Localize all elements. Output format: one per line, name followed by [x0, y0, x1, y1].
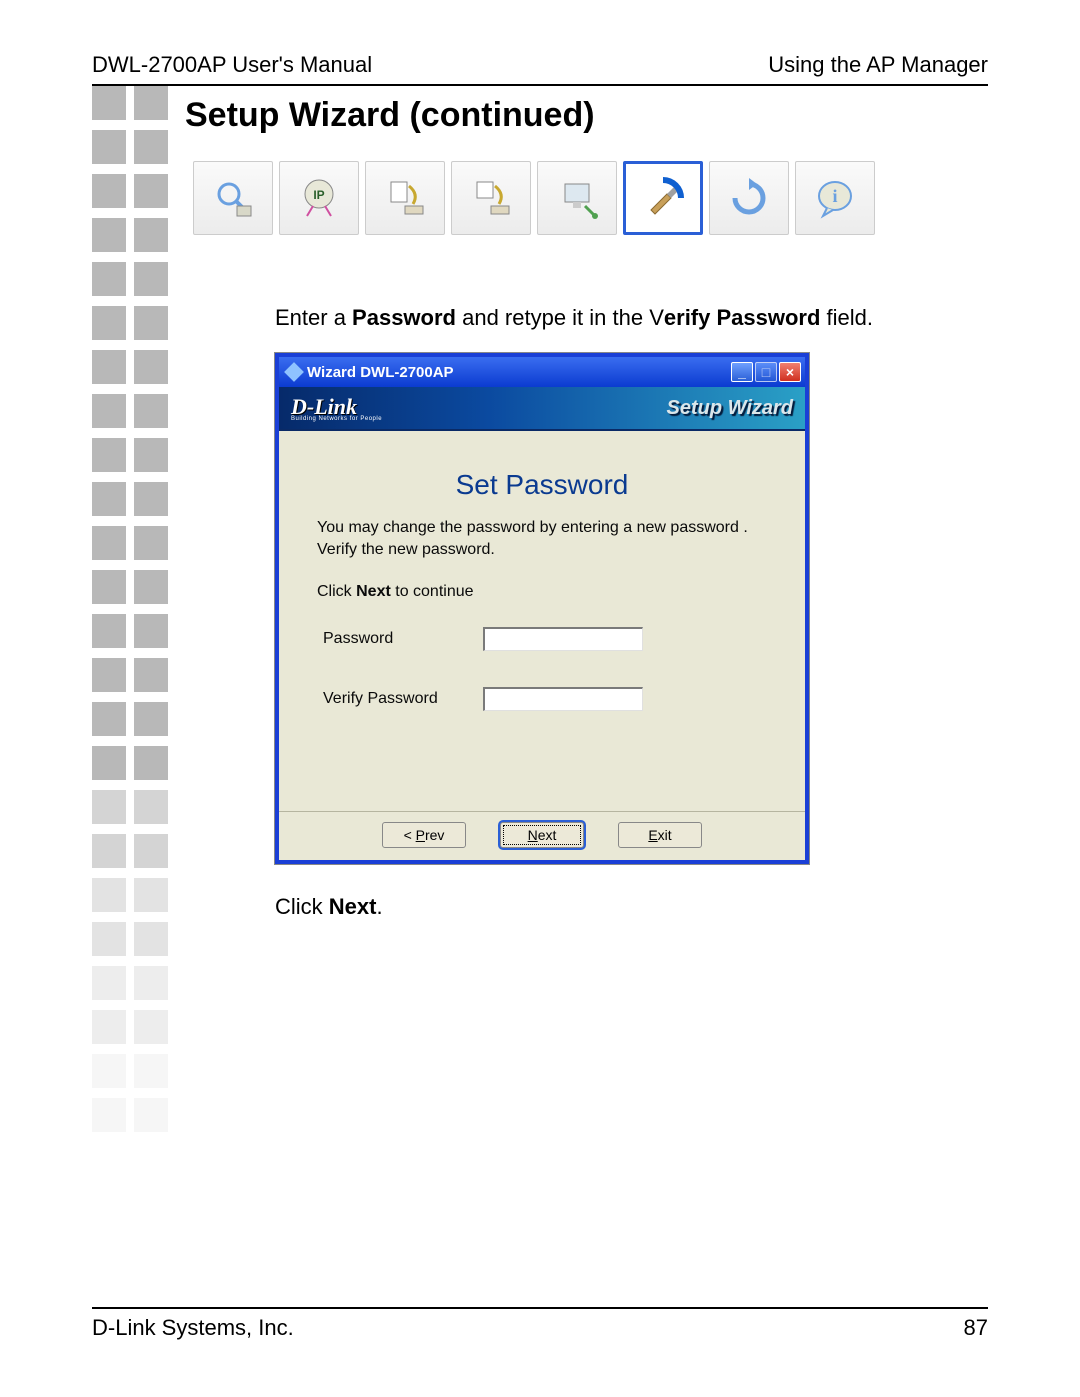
device-config-2-icon[interactable] [451, 161, 531, 235]
page-title: Setup Wizard (continued) [185, 96, 988, 135]
ip-settings-icon[interactable]: IP [279, 161, 359, 235]
banner-title: Setup Wizard [667, 397, 794, 420]
setup-wizard-icon[interactable] [623, 161, 703, 235]
wizard-text-2: Verify the new password. [317, 541, 767, 559]
wizard-text-1: You may change the password by entering … [317, 519, 767, 537]
header-right: Using the AP Manager [768, 52, 988, 78]
wizard-text-3: Click Next to continue [317, 583, 767, 601]
page-footer: D-Link Systems, Inc. 87 [92, 1307, 988, 1341]
maximize-button[interactable]: □ [755, 362, 777, 382]
discover-icon[interactable] [193, 161, 273, 235]
prev-button[interactable]: < Prev [382, 822, 466, 848]
brand-tagline: Building Networks for People [291, 416, 382, 422]
page-header: DWL-2700AP User's Manual Using the AP Ma… [92, 52, 988, 86]
refresh-icon[interactable] [709, 161, 789, 235]
svg-text:IP: IP [313, 188, 324, 202]
exit-button[interactable]: Exit [618, 822, 702, 848]
footer-company: D-Link Systems, Inc. [92, 1315, 294, 1341]
header-left: DWL-2700AP User's Manual [92, 52, 372, 78]
password-label: Password [323, 630, 473, 648]
instruction-before-wizard: Enter a Password and retype it in the Ve… [275, 305, 988, 331]
next-button[interactable]: Next [500, 822, 584, 848]
wizard-button-bar: < Prev Next Exit [279, 811, 805, 860]
device-config-1-icon[interactable] [365, 161, 445, 235]
manager-toolbar: IP i [193, 161, 988, 235]
wizard-banner: D-Link Building Networks for People Setu… [279, 387, 805, 431]
verify-password-input[interactable] [483, 687, 643, 711]
wizard-heading: Set Password [317, 469, 767, 501]
firmware-icon[interactable] [537, 161, 617, 235]
minimize-button[interactable]: _ [731, 362, 753, 382]
close-button[interactable]: × [779, 362, 801, 382]
instruction-after-wizard: Click Next. [275, 894, 988, 920]
about-icon[interactable]: i [795, 161, 875, 235]
decorative-squares-col2 [134, 86, 168, 1132]
verify-password-label: Verify Password [323, 690, 473, 708]
wizard-titlebar[interactable]: Wizard DWL-2700AP _ □ × [279, 357, 805, 387]
footer-page-number: 87 [964, 1315, 988, 1341]
svg-text:i: i [832, 186, 837, 206]
wizard-window: Wizard DWL-2700AP _ □ × D-Link Building … [275, 353, 809, 864]
password-input[interactable] [483, 627, 643, 651]
wizard-app-icon [284, 362, 304, 382]
wizard-title: Wizard DWL-2700AP [307, 364, 454, 381]
